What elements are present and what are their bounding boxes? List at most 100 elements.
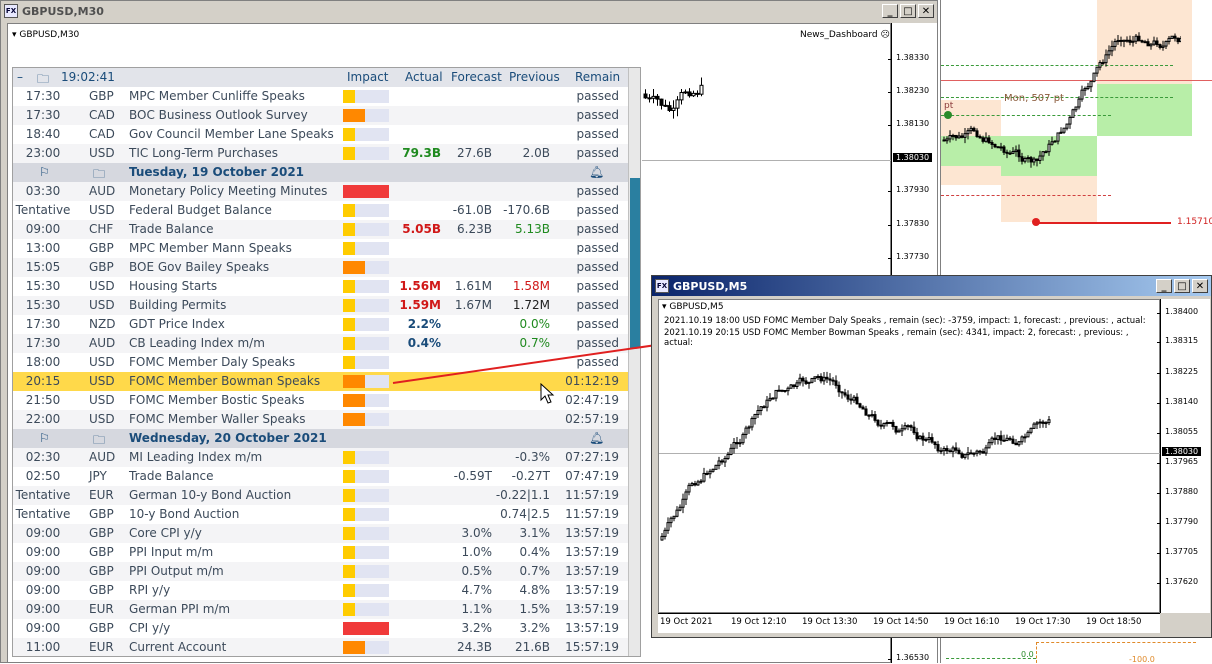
m5-symbol-text: GBPUSD,M5 [669,302,724,312]
event-row[interactable]: 17:30 CAD BOC Business Outlook Survey pa… [13,106,630,125]
event-forecast: 1.67M [454,298,492,312]
candle-body [1134,35,1138,42]
event-time: 23:00 [25,146,61,160]
candle-body [1011,438,1015,444]
event-time: 11:00 [25,640,61,654]
candle-body [1122,39,1126,42]
header-impact[interactable]: Impact [347,70,389,84]
m5-window-title: GBPUSD,M5 [673,279,748,293]
event-row[interactable]: 09:00 GBP CPI y/y 3.2% 3.2% 13:57:19 [13,619,630,638]
alarm-icon[interactable]: 🔔︎ [589,431,604,445]
candle-body [900,428,904,432]
header-actual[interactable]: Actual [405,70,443,84]
event-currency: GBP [89,507,114,521]
candle-body [687,91,692,97]
candle-body [843,392,847,396]
price-tick: 1.36530 [887,653,930,662]
event-title: Trade Balance [129,222,214,236]
candle-body [888,421,892,424]
impact-bar [343,375,389,388]
main-titlebar[interactable]: FX GBPUSD,M30 _ □ ✕ [1,1,937,21]
date-group-row[interactable]: ⚐ 🗀 Tuesday, 19 October 2021 🔔︎ [13,163,630,182]
event-row[interactable]: 09:00 GBP RPI y/y 4.7% 4.8% 13:57:19 [13,581,630,600]
price-tick: 1.37880 [1156,487,1199,496]
event-time: 13:00 [25,241,61,255]
candle-body [804,380,808,384]
header-previous[interactable]: Previous [509,70,560,84]
maximize-button[interactable]: □ [900,4,916,18]
event-row[interactable]: Tentative GBP 10-y Bond Auction 0.74|2.5… [13,505,630,524]
candle-body [858,403,862,408]
event-remain: 07:47:19 [565,469,619,483]
event-forecast: 1.61M [454,279,492,293]
event-currency: EUR [89,640,114,654]
indicator-name: News_Dashboard [800,30,878,40]
event-row[interactable]: 23:00 USD TIC Long-Term Purchases 79.3B … [13,144,630,163]
maximize-button[interactable]: □ [1174,279,1190,293]
event-title: PPI Output m/m [129,564,224,578]
event-remain: 15:57:19 [565,640,619,654]
date-group-row[interactable]: ⚐ 🗀 Wednesday, 20 October 2021 🔔︎ [13,429,630,448]
close-button[interactable]: ✕ [1192,279,1208,293]
event-row[interactable]: 17:30 GBP MPC Member Cunliffe Speaks pas… [13,87,630,106]
event-row[interactable]: 02:30 AUD MI Leading Index m/m -0.3% 07:… [13,448,630,467]
candle-body [659,98,664,106]
header-remain[interactable]: Remain [575,70,620,84]
m5-chart-area[interactable]: ▾ GBPUSD,M5 2021.10.19 18:00 USD FOMC Me… [658,299,1161,613]
candle-body [1167,37,1171,42]
event-currency: GBP [89,621,114,635]
candle-body [1101,62,1105,65]
impact-fill [343,147,355,160]
event-row[interactable]: 18:40 CAD Gov Council Member Lane Speaks… [13,125,630,144]
impact-bar [343,261,389,274]
candle-body [759,406,763,412]
event-currency: USD [89,374,115,388]
event-row[interactable]: 09:00 GBP PPI Output m/m 0.5% 0.7% 13:57… [13,562,630,581]
impact-fill [343,622,389,635]
event-row[interactable]: 09:00 CHF Trade Balance 5.05B 6.23B 5.13… [13,220,630,239]
event-currency: GBP [89,526,114,540]
event-row[interactable]: 11:00 EUR Current Account 24.3B 21.6B 15… [13,638,630,656]
event-currency: NZD [89,317,116,331]
event-row[interactable]: Tentative USD Federal Budget Balance -61… [13,201,630,220]
flag-icon[interactable]: ⚐ [39,431,50,445]
minimize-button[interactable]: _ [882,4,898,18]
alarm-icon[interactable]: 🔔︎ [589,165,604,179]
flag-icon[interactable]: ⚐ [39,165,50,179]
candle-body [1035,158,1039,161]
event-currency: AUD [89,336,116,350]
m5-titlebar[interactable]: FX GBPUSD,M5 _ □ ✕ [652,276,1211,296]
event-row[interactable]: 21:50 USD FOMC Member Bostic Speaks 02:4… [13,391,630,410]
candle-body [786,387,790,392]
event-row[interactable]: 09:00 EUR German PPI m/m 1.1% 1.5% 13:57… [13,600,630,619]
event-row[interactable]: 15:30 USD Housing Starts 1.56M 1.61M 1.5… [13,277,630,296]
minimize-button[interactable]: _ [1156,279,1172,293]
event-time: 15:30 [25,279,61,293]
event-row[interactable]: 22:00 USD FOMC Member Waller Speaks 02:5… [13,410,630,429]
current-price-label: 1.38030 [1162,447,1202,456]
candle-body [1140,40,1144,43]
impact-fill [343,242,355,255]
event-row[interactable]: 03:30 AUD Monetary Policy Meeting Minute… [13,182,630,201]
event-row[interactable]: 02:50 JPY Trade Balance -0.59T -0.27T 07… [13,467,630,486]
event-row[interactable]: 09:00 GBP PPI Input m/m 1.0% 0.4% 13:57:… [13,543,630,562]
event-row[interactable]: 15:30 USD Building Permits 1.59M 1.67M 1… [13,296,630,315]
collapse-button[interactable]: – [17,70,23,84]
impact-fill [343,318,355,331]
close-button[interactable]: ✕ [918,4,934,18]
mouse-cursor-icon [540,383,555,404]
event-row[interactable]: 15:05 GBP BOE Gov Bailey Speaks passed [13,258,630,277]
event-row[interactable]: Tentative EUR German 10-y Bond Auction -… [13,486,630,505]
scrollbar-thumb[interactable] [630,178,640,348]
impact-bar [343,147,389,160]
candle-body [1104,54,1108,64]
event-currency: CAD [89,108,115,122]
candle-body [822,376,826,382]
header-forecast[interactable]: Forecast [451,70,502,84]
m5-symbol-label: ▾ GBPUSD,M5 [662,302,724,312]
candle-body [695,92,700,95]
event-row[interactable]: 13:00 GBP MPC Member Mann Speaks passed [13,239,630,258]
event-row[interactable]: 09:00 GBP Core CPI y/y 3.0% 3.1% 13:57:1… [13,524,630,543]
impact-bar [343,622,389,635]
candle-body [780,389,784,392]
